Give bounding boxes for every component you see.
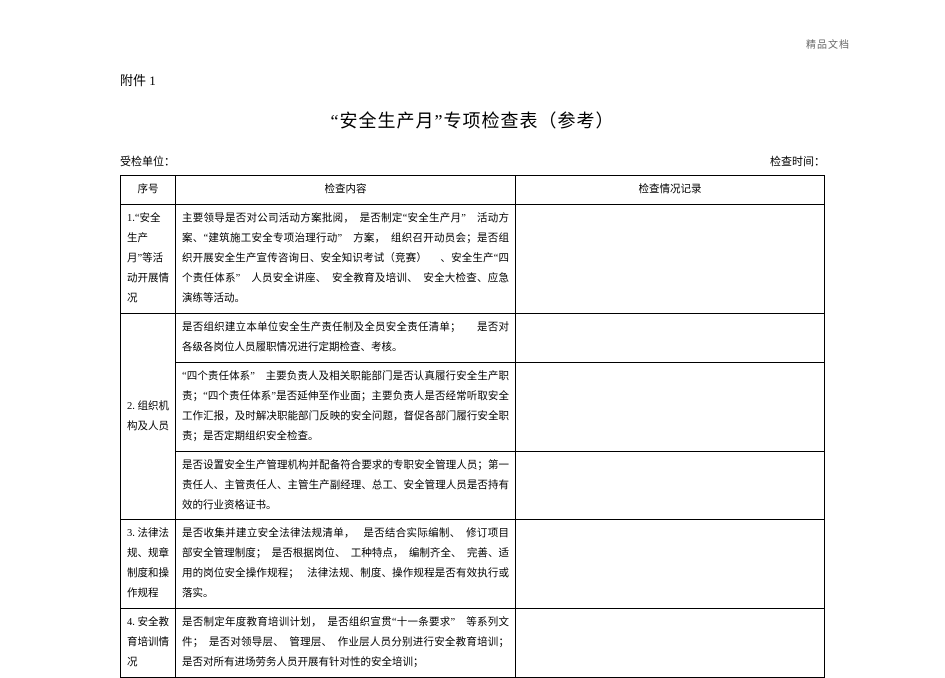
row-content: “四个责任体系” 主要负责人及相关职能部门是否认真履行安全生产职责；“四个责任体… [176,362,516,451]
row-record [516,520,825,609]
table-header-row: 序号 检查内容 检查情况记录 [121,176,825,205]
row-record [516,451,825,520]
table-row: 4. 安全教育培训情况 是否制定年度教育培训计划， 是否组织宣贯“十一条要求” … [121,609,825,678]
row-content: 是否设置安全生产管理机构并配备符合要求的专职安全管理人员；第一责任人、主管责任人… [176,451,516,520]
table-body: 1.“安全生产月”等活动开展情况 主要领导是否对公司活动方案批阅， 是否制定“安… [121,205,825,678]
table-row: 2. 组织机构及人员 是否组织建立本单位安全生产责任制及全员安全责任清单； 是否… [121,314,825,363]
header-record: 检查情况记录 [516,176,825,205]
watermark-text: 精品文档 [806,37,850,54]
document-title: “安全生产月”专项检查表（参考） [120,106,825,137]
inspection-table: 序号 检查内容 检查情况记录 1.“安全生产月”等活动开展情况 主要领导是否对公… [120,175,825,678]
header-content: 检查内容 [176,176,516,205]
table-row: 3. 法律法规、规章制度和操作规程 是否收集并建立安全法律法规清单， 是否结合实… [121,520,825,609]
row-content: 是否组织建立本单位安全生产责任制及全员安全责任清单； 是否对各级各岗位人员履职情… [176,314,516,363]
meta-row: 受检单位： 检查时间： [120,153,825,172]
row-record [516,609,825,678]
table-row: 是否设置安全生产管理机构并配备符合要求的专职安全管理人员；第一责任人、主管责任人… [121,451,825,520]
row-content: 主要领导是否对公司活动方案批阅， 是否制定“安全生产月” 活动方案、“建筑施工安… [176,205,516,314]
table-row: 1.“安全生产月”等活动开展情况 主要领导是否对公司活动方案批阅， 是否制定“安… [121,205,825,314]
row-record [516,205,825,314]
row-record [516,314,825,363]
row-content: 是否收集并建立安全法律法规清单， 是否结合实际编制、 修订项目部安全管理制度； … [176,520,516,609]
row-index: 1.“安全生产月”等活动开展情况 [121,205,176,314]
attachment-label: 附件 1 [120,70,825,92]
row-content: 是否制定年度教育培训计划， 是否组织宣贯“十一条要求” 等系列文件； 是否对领导… [176,609,516,678]
inspected-unit-label: 受检单位： [120,153,175,172]
inspection-time-label: 检查时间： [770,153,825,172]
row-index: 3. 法律法规、规章制度和操作规程 [121,520,176,609]
row-index: 4. 安全教育培训情况 [121,609,176,678]
header-index: 序号 [121,176,176,205]
row-record [516,362,825,451]
row-index: 2. 组织机构及人员 [121,314,176,520]
table-row: “四个责任体系” 主要负责人及相关职能部门是否认真履行安全生产职责；“四个责任体… [121,362,825,451]
